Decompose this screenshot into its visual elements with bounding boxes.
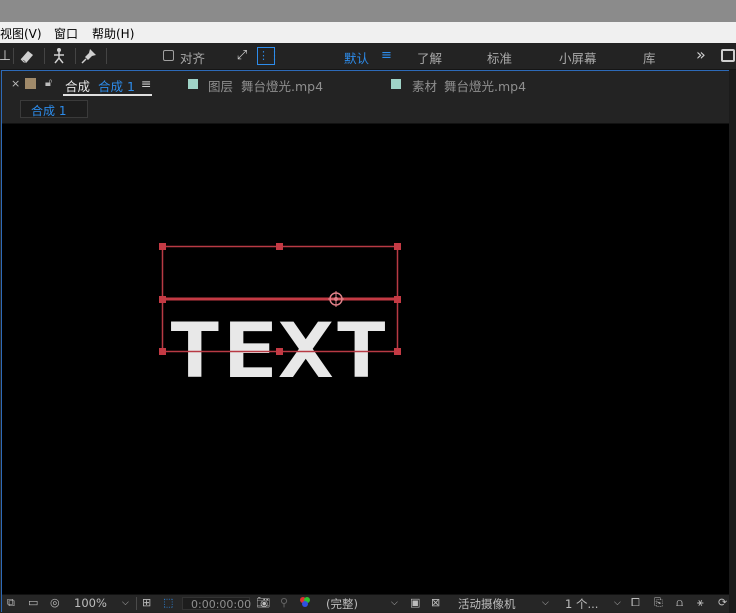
workspace-libraries[interactable]: 库	[643, 48, 656, 67]
panel-tabs: × 🔓︎ 合成 合成 1 ≡ 图层 舞台燈光.mp4 素材 舞台燈光.mp4	[2, 71, 729, 97]
region-of-interest-icon[interactable]: ⬚	[163, 596, 173, 609]
eraser-tool-icon[interactable]	[18, 47, 36, 65]
comp-flowchart-icon[interactable]: ⚹	[697, 596, 704, 610]
title-safe-icon[interactable]: ⊞	[142, 596, 151, 609]
close-tab-icon[interactable]: ×	[11, 77, 20, 90]
search-help-icon[interactable]	[721, 49, 735, 62]
title-strip	[0, 0, 736, 22]
toolbar-divider	[13, 48, 14, 64]
monitor-icon[interactable]: ▭	[28, 596, 38, 609]
puppet-pin-icon[interactable]	[80, 47, 98, 65]
active-tab-underline	[63, 94, 152, 96]
tools-toolbar: ⊥ 对齐 ⤢ ⋮⋮ 默认 ≡ 了解 标准 小屏幕 库 »	[0, 43, 736, 70]
workspace-default[interactable]: 默认	[344, 48, 369, 67]
toolbar-divider	[44, 48, 45, 64]
reset-exposure-icon[interactable]: ⧠	[631, 596, 640, 610]
timecode[interactable]: 0:00:00:00	[191, 598, 251, 611]
tab-layer-prefix[interactable]: 图层	[208, 76, 233, 95]
fast-preview-icon[interactable]: ▣	[410, 596, 420, 609]
menu-view[interactable]: 视图(V)	[0, 25, 42, 42]
active-camera[interactable]: 活动摄像机	[458, 596, 516, 612]
tab-footage-prefix[interactable]: 素材	[412, 76, 437, 95]
viewer-footer-bar: ⧉ ▭ ◎ 100% ⌵ ⊞ ⬚ 0:00:00:00 📷︎ ⚲ (完整) ⌵ …	[2, 594, 729, 612]
menu-help[interactable]: 帮助(H)	[92, 25, 134, 42]
toolbar-divider	[106, 48, 107, 64]
chevron-down-icon[interactable]: ⌵	[542, 598, 549, 608]
comp-navigator-bar: 合成 1	[2, 97, 729, 124]
align-label: 对齐	[180, 51, 206, 66]
composition-panel: × 🔓︎ 合成 合成 1 ≡ 图层 舞台燈光.mp4 素材 舞台燈光.mp4 合…	[1, 70, 730, 612]
menu-bar: 视图(V) 窗口 帮助(H)	[0, 22, 736, 43]
lock-icon[interactable]: 🔓︎	[45, 76, 52, 90]
footer-divider	[136, 597, 137, 610]
anchor-point-icon[interactable]	[328, 291, 344, 307]
mask-icon[interactable]: ◎	[50, 596, 60, 609]
workspace-standard[interactable]: 标准	[487, 48, 512, 67]
footage-color-swatch	[391, 79, 401, 89]
viewer-canvas: TEXT	[159, 243, 401, 395]
always-preview-icon[interactable]: ⧉	[7, 596, 15, 610]
views-value[interactable]: 1 个...	[565, 596, 598, 612]
workspace-small-screen[interactable]: 小屏幕	[559, 48, 597, 67]
layer-color-swatch	[188, 79, 198, 89]
breadcrumb[interactable]: 合成 1	[20, 100, 88, 118]
toolbar-divider	[75, 48, 76, 64]
chevron-down-icon[interactable]: ⌵	[391, 598, 398, 608]
snap-target-icon[interactable]: ⋮⋮	[257, 47, 280, 65]
tab-comp-prefix[interactable]: 合成	[65, 76, 90, 95]
tab-comp-name[interactable]: 合成 1	[98, 76, 135, 95]
chevron-down-icon[interactable]: ⌵	[122, 598, 129, 608]
zoom-value[interactable]: 100%	[74, 596, 107, 610]
right-panel-edge	[729, 70, 736, 613]
more-workspaces-icon[interactable]: »	[696, 45, 706, 64]
puppet-tool-icon[interactable]	[50, 47, 68, 65]
workspace-learn[interactable]: 了解	[417, 48, 442, 67]
timecode-box[interactable]: 0:00:00:00	[182, 597, 251, 611]
transparency-grid-icon[interactable]: ⊠	[431, 596, 440, 609]
tab-footage-name[interactable]: 舞台燈光.mp4	[444, 76, 526, 95]
breadcrumb-comp[interactable]: 合成 1	[31, 102, 66, 119]
channel-icon[interactable]	[299, 596, 311, 611]
snap-icon[interactable]: ⤢	[233, 47, 251, 65]
menu-window[interactable]: 窗口	[54, 25, 78, 42]
snapshot-icon[interactable]: 📷︎	[256, 596, 270, 609]
comp-viewer[interactable]: TEXT	[2, 124, 729, 594]
pin-tool-icon[interactable]: ⊥	[0, 47, 14, 65]
chevron-down-icon[interactable]: ⌵	[614, 598, 621, 608]
panel-menu-icon[interactable]: ≡	[141, 76, 151, 91]
timeline-icon[interactable]: ⩍	[676, 596, 683, 610]
fast-previews-icon[interactable]: ⟳	[718, 596, 727, 609]
comp-color-swatch	[25, 78, 36, 89]
align-checkbox[interactable]	[163, 50, 174, 61]
resolution-value[interactable]: (完整)	[326, 596, 358, 612]
workspace-menu-icon[interactable]: ≡	[381, 48, 392, 63]
show-snapshot-icon[interactable]: ⚲	[280, 596, 288, 609]
tab-layer-name[interactable]: 舞台燈光.mp4	[241, 76, 323, 95]
flowchart-icon[interactable]: ⎘	[654, 596, 663, 610]
